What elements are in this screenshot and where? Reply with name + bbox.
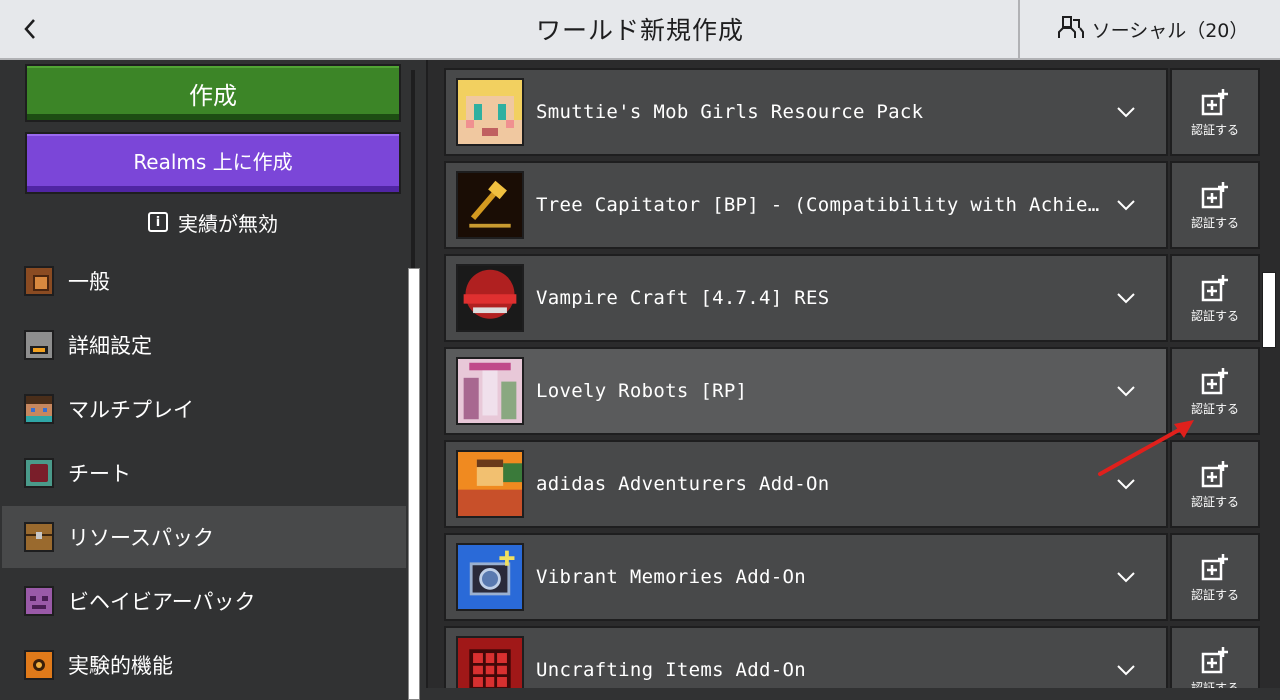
pack-thumbnail [456,357,524,425]
sidebar-item-label: 一般 [68,270,110,294]
sidebar-scrollbar[interactable] [408,70,420,700]
chevron-down-icon[interactable] [1114,100,1138,124]
authenticate-button[interactable]: 認証する [1170,533,1260,621]
auth-label: 認証する [1190,494,1239,509]
chevron-down-icon[interactable] [1114,565,1138,589]
create-button[interactable]: 作成 [25,64,401,122]
authenticate-button[interactable]: 認証する [1170,626,1260,688]
auth-label: 認証する [1190,308,1239,323]
list-item[interactable]: Vibrant Memories Add-On [444,533,1168,621]
sidebar-item-general[interactable]: 一般 [2,250,406,312]
chest-icon [24,522,54,552]
pack-name: Lovely Robots [RP] [536,380,748,402]
auth-label: 認証する [1190,215,1239,230]
add-icon [1201,88,1228,115]
achievements-label: 実績が無効 [178,211,278,236]
back-button[interactable] [0,0,60,58]
chevron-down-icon[interactable] [1114,286,1138,310]
add-icon [1201,367,1228,394]
gear-icon [24,266,54,296]
pack-name: Tree Capitator [BP] - (Compatibility wit… [536,194,1100,216]
list-item[interactable]: Smuttie's Mob Girls Resource Pack [444,68,1168,156]
list-item[interactable]: Lovely Robots [RP] [444,347,1168,435]
sidebar-item-label: マルチプレイ [68,398,194,422]
add-icon [1201,274,1228,301]
auth-label: 認証する [1190,680,1239,689]
achievements-disabled-notice: i 実績が無効 [25,204,401,240]
list-item[interactable]: Tree Capitator [BP] - (Compatibility wit… [444,161,1168,249]
player-head-icon [24,394,54,424]
chevron-left-icon [24,19,35,39]
sidebar-item-label: 実験的機能 [68,654,173,678]
sidebar-item-resource-packs[interactable]: リソースパック [2,506,406,568]
sidebar-item-label: ビヘイビアーパック [68,590,256,614]
auth-label: 認証する [1190,122,1239,137]
authenticate-button[interactable]: 認証する [1170,68,1260,156]
top-bar: ワールド新規作成 ソーシャル（20） [0,0,1280,60]
command-block-icon [24,458,54,488]
resource-pack-list: Smuttie's Mob Girls Resource Pack 認証する T… [428,60,1280,688]
mob-face-icon [24,586,54,616]
chevron-down-icon[interactable] [1114,658,1138,682]
pack-list-scrollbar-thumb[interactable] [1262,272,1276,348]
pack-thumbnail [456,543,524,611]
add-icon [1201,553,1228,580]
sidebar-item-advanced[interactable]: 詳細設定 [2,314,406,376]
create-on-realms-button[interactable]: Realms 上に作成 [25,132,401,194]
pack-name: Vampire Craft [4.7.4] RES [536,287,830,309]
pack-thumbnail [456,171,524,239]
add-icon [1201,460,1228,487]
annotation-arrow-icon [1098,420,1194,476]
info-icon: i [148,212,168,232]
list-item[interactable]: Uncrafting Items Add-On [444,626,1168,688]
sidebar-item-behavior-packs[interactable]: ビヘイビアーパック [2,570,406,632]
settings-sidebar: 作成 Realms 上に作成 i 実績が無効 一般 詳細設定 マルチプレイ チー… [0,60,428,700]
list-item[interactable]: adidas Adventurers Add-On [444,440,1168,528]
pack-name: Smuttie's Mob Girls Resource Pack [536,101,924,123]
sidebar-item-cheats[interactable]: チート [2,442,406,504]
sidebar-item-label: リソースパック [68,526,214,550]
experimental-icon [24,650,54,680]
list-item[interactable]: Vampire Craft [4.7.4] RES [444,254,1168,342]
pack-thumbnail [456,78,524,146]
pack-name: Vibrant Memories Add-On [536,566,806,588]
pack-thumbnail [456,636,524,688]
sidebar-item-multiplayer[interactable]: マルチプレイ [2,378,406,440]
add-icon [1201,646,1228,673]
sidebar-item-label: チート [68,462,131,486]
sidebar-scrollbar-thumb[interactable] [408,268,420,700]
chevron-down-icon[interactable] [1114,193,1138,217]
authenticate-button[interactable]: 認証する [1170,161,1260,249]
authenticate-button[interactable]: 認証する [1170,254,1260,342]
furnace-icon [24,330,54,360]
friends-icon [1057,16,1084,38]
pack-thumbnail [456,264,524,332]
social-label: ソーシャル（20） [1091,19,1249,42]
auth-label: 認証する [1190,587,1239,602]
social-button[interactable]: ソーシャル（20） [1018,0,1280,58]
pack-list-scrollbar[interactable] [1262,60,1280,688]
pack-name: adidas Adventurers Add-On [536,473,830,495]
sidebar-item-label: 詳細設定 [68,334,152,358]
sidebar-item-experiments[interactable]: 実験的機能 [2,634,406,696]
pack-thumbnail [456,450,524,518]
add-icon [1201,181,1228,208]
chevron-down-icon[interactable] [1114,379,1138,403]
pack-name: Uncrafting Items Add-On [536,659,806,681]
